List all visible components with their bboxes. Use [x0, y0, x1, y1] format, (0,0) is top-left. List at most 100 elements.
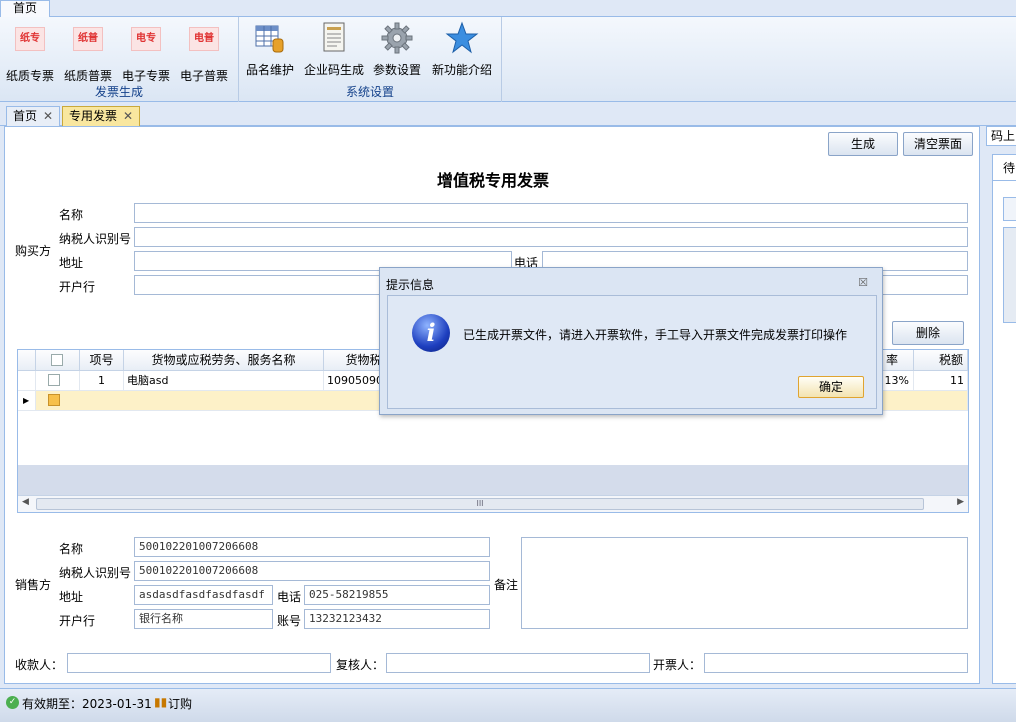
new-features-label: 新功能介绍 — [431, 63, 492, 77]
seller-section-label: 销售方 — [15, 578, 52, 592]
parameter-settings-button[interactable]: 参数设置 — [368, 21, 426, 78]
electronic-normal-label: 电子普票 — [179, 69, 228, 83]
electronic-normal-icon: 电普 — [189, 27, 219, 51]
tab-special-invoice-label: 专用发票 — [69, 109, 118, 123]
new-row-checkbox[interactable] — [48, 394, 60, 406]
document-tabs: 首页 ✕ 专用发票 ✕ — [0, 104, 1016, 126]
remark-label: 备注 — [494, 578, 519, 592]
order-link[interactable]: 订购 — [168, 695, 192, 712]
generate-button[interactable]: 生成 — [828, 132, 898, 156]
row-index[interactable]: 1 — [80, 371, 124, 391]
seller-bank-field[interactable]: 银行名称 — [134, 609, 273, 629]
row-selector[interactable] — [18, 371, 36, 391]
seller-account-label: 账号 — [277, 614, 302, 628]
seller-taxid-label: 纳税人识别号 — [59, 566, 132, 580]
drawer-label: 开票人： — [653, 658, 702, 672]
paper-special-button[interactable]: 纸专 纸质专票 — [1, 21, 59, 84]
side-inner-tab[interactable]: 待 — [993, 155, 1016, 181]
seller-phone-label: 电话 — [277, 590, 302, 604]
grid-select-all-header — [36, 350, 80, 371]
ribbon-group-invoice: 纸专 纸质专票 纸普 纸质普票 电专 电子专票 电普 电子普票 发票生成 — [0, 17, 239, 102]
parameter-settings-label: 参数设置 — [372, 63, 421, 77]
buyer-taxid-label: 纳税人识别号 — [59, 232, 132, 246]
side-tab[interactable]: 码上 — [986, 126, 1016, 146]
buyer-name-label: 名称 — [59, 208, 84, 222]
page-title: 增值税专用发票 — [436, 171, 549, 190]
gear-icon — [381, 22, 413, 54]
info-dialog: 提示信息 ☒ i 已生成开票文件，请进入开票软件，手工导入开票文件完成发票打印操… — [379, 267, 883, 415]
clear-form-button[interactable]: 清空票面 — [903, 132, 973, 156]
scroll-thumb[interactable]: III — [36, 498, 924, 510]
product-name-label: 品名维护 — [245, 63, 294, 77]
dialog-message: 已生成开票文件，请进入开票软件，手工导入开票文件完成发票打印操作 — [463, 328, 848, 342]
electronic-normal-button[interactable]: 电普 电子普票 — [175, 21, 233, 84]
row-checkbox-cell — [36, 371, 80, 391]
scroll-right-icon[interactable]: ▶ — [957, 497, 964, 507]
expiry-text: 有效期至：2023-01-31 — [22, 697, 152, 711]
product-name-button[interactable]: 品名维护 — [241, 21, 299, 78]
row-checkbox[interactable] — [48, 374, 60, 386]
buyer-taxid-field[interactable] — [134, 227, 968, 247]
seller-taxid-field[interactable]: 500102201007206608 — [134, 561, 490, 581]
ok-button[interactable]: 确定 — [798, 376, 864, 398]
star-icon — [445, 21, 479, 54]
seller-address-label: 地址 — [59, 590, 84, 604]
side-panel: 码上 待 — [982, 126, 1016, 684]
seller-phone-field[interactable]: 025-58219855 — [304, 585, 490, 605]
paper-special-label: 纸质专票 — [5, 69, 54, 83]
grid-summary-bar — [18, 465, 968, 495]
grid-header-index[interactable]: 项号 — [80, 350, 124, 371]
dialog-body: i 已生成开票文件，请进入开票软件，手工导入开票文件完成发票打印操作 确定 — [387, 295, 877, 409]
grid-header-name[interactable]: 货物或应税劳务、服务名称 — [124, 350, 324, 371]
buyer-name-field[interactable] — [134, 203, 968, 223]
seller-name-field[interactable]: 500102201007206608 — [134, 537, 490, 557]
seller-name-label: 名称 — [59, 542, 84, 556]
new-features-button[interactable]: 新功能介绍 — [429, 21, 495, 78]
delete-button[interactable]: 删除 — [892, 321, 964, 345]
close-icon[interactable]: ✕ — [43, 109, 53, 123]
paper-normal-label: 纸质普票 — [63, 69, 112, 83]
side-inner-panel: 待 — [992, 154, 1016, 684]
seller-bank-label: 开户行 — [59, 614, 96, 628]
dialog-title: 提示信息 — [386, 278, 435, 292]
reviewer-label: 复核人： — [336, 658, 385, 672]
table-db-icon — [255, 25, 284, 53]
side-button[interactable] — [1003, 197, 1016, 221]
grid-header-tax[interactable]: 税额 — [914, 350, 968, 371]
row-tax-amount[interactable]: 11 — [914, 371, 968, 391]
order-icon[interactable]: ▮▮ — [154, 695, 167, 709]
seller-address-field[interactable]: asdasdfasdfasdfasdf — [134, 585, 273, 605]
tab-home[interactable]: 首页 ✕ — [6, 106, 61, 126]
close-icon[interactable]: ☒ — [858, 276, 868, 289]
tab-home-label: 首页 — [13, 109, 38, 123]
buyer-bank-label: 开户行 — [59, 280, 96, 294]
reviewer-field[interactable] — [386, 653, 650, 673]
ribbon-tab-home[interactable]: 首页 — [0, 0, 50, 17]
seller-account-field[interactable]: 13232123432 — [304, 609, 490, 629]
row-product-name[interactable]: 电脑asd — [124, 371, 324, 391]
remark-textarea[interactable] — [521, 537, 968, 629]
horizontal-scrollbar[interactable]: ◀ III ▶ — [18, 495, 968, 512]
company-code-button[interactable]: 企业码生成 — [303, 21, 365, 78]
paper-special-icon: 纸专 — [15, 27, 45, 51]
drawer-field[interactable] — [704, 653, 968, 673]
payee-field[interactable] — [67, 653, 331, 673]
scroll-left-icon[interactable]: ◀ — [22, 497, 29, 507]
ribbon-tabbar: 首页 — [0, 0, 1016, 17]
current-row-arrow-icon: ▶ — [18, 391, 36, 411]
electronic-special-icon: 电专 — [131, 27, 161, 51]
ribbon-body: 纸专 纸质专票 纸普 纸质普票 电专 电子专票 电普 电子普票 发票生成 品名维… — [0, 17, 1016, 102]
paper-normal-button[interactable]: 纸普 纸质普票 — [59, 21, 117, 84]
grid-row-header — [18, 350, 36, 371]
ribbon-group-label-invoice: 发票生成 — [94, 85, 143, 99]
info-icon: i — [412, 314, 450, 352]
close-icon[interactable]: ✕ — [123, 109, 133, 123]
electronic-special-label: 电子专票 — [121, 69, 170, 83]
payee-label: 收款人： — [15, 658, 64, 672]
paper-normal-icon: 纸普 — [73, 27, 103, 51]
tab-special-invoice[interactable]: 专用发票 ✕ — [62, 106, 141, 126]
electronic-special-button[interactable]: 电专 电子专票 — [117, 21, 175, 84]
select-all-checkbox[interactable] — [51, 354, 63, 366]
company-code-label: 企业码生成 — [303, 63, 364, 77]
document-icon — [323, 22, 345, 52]
